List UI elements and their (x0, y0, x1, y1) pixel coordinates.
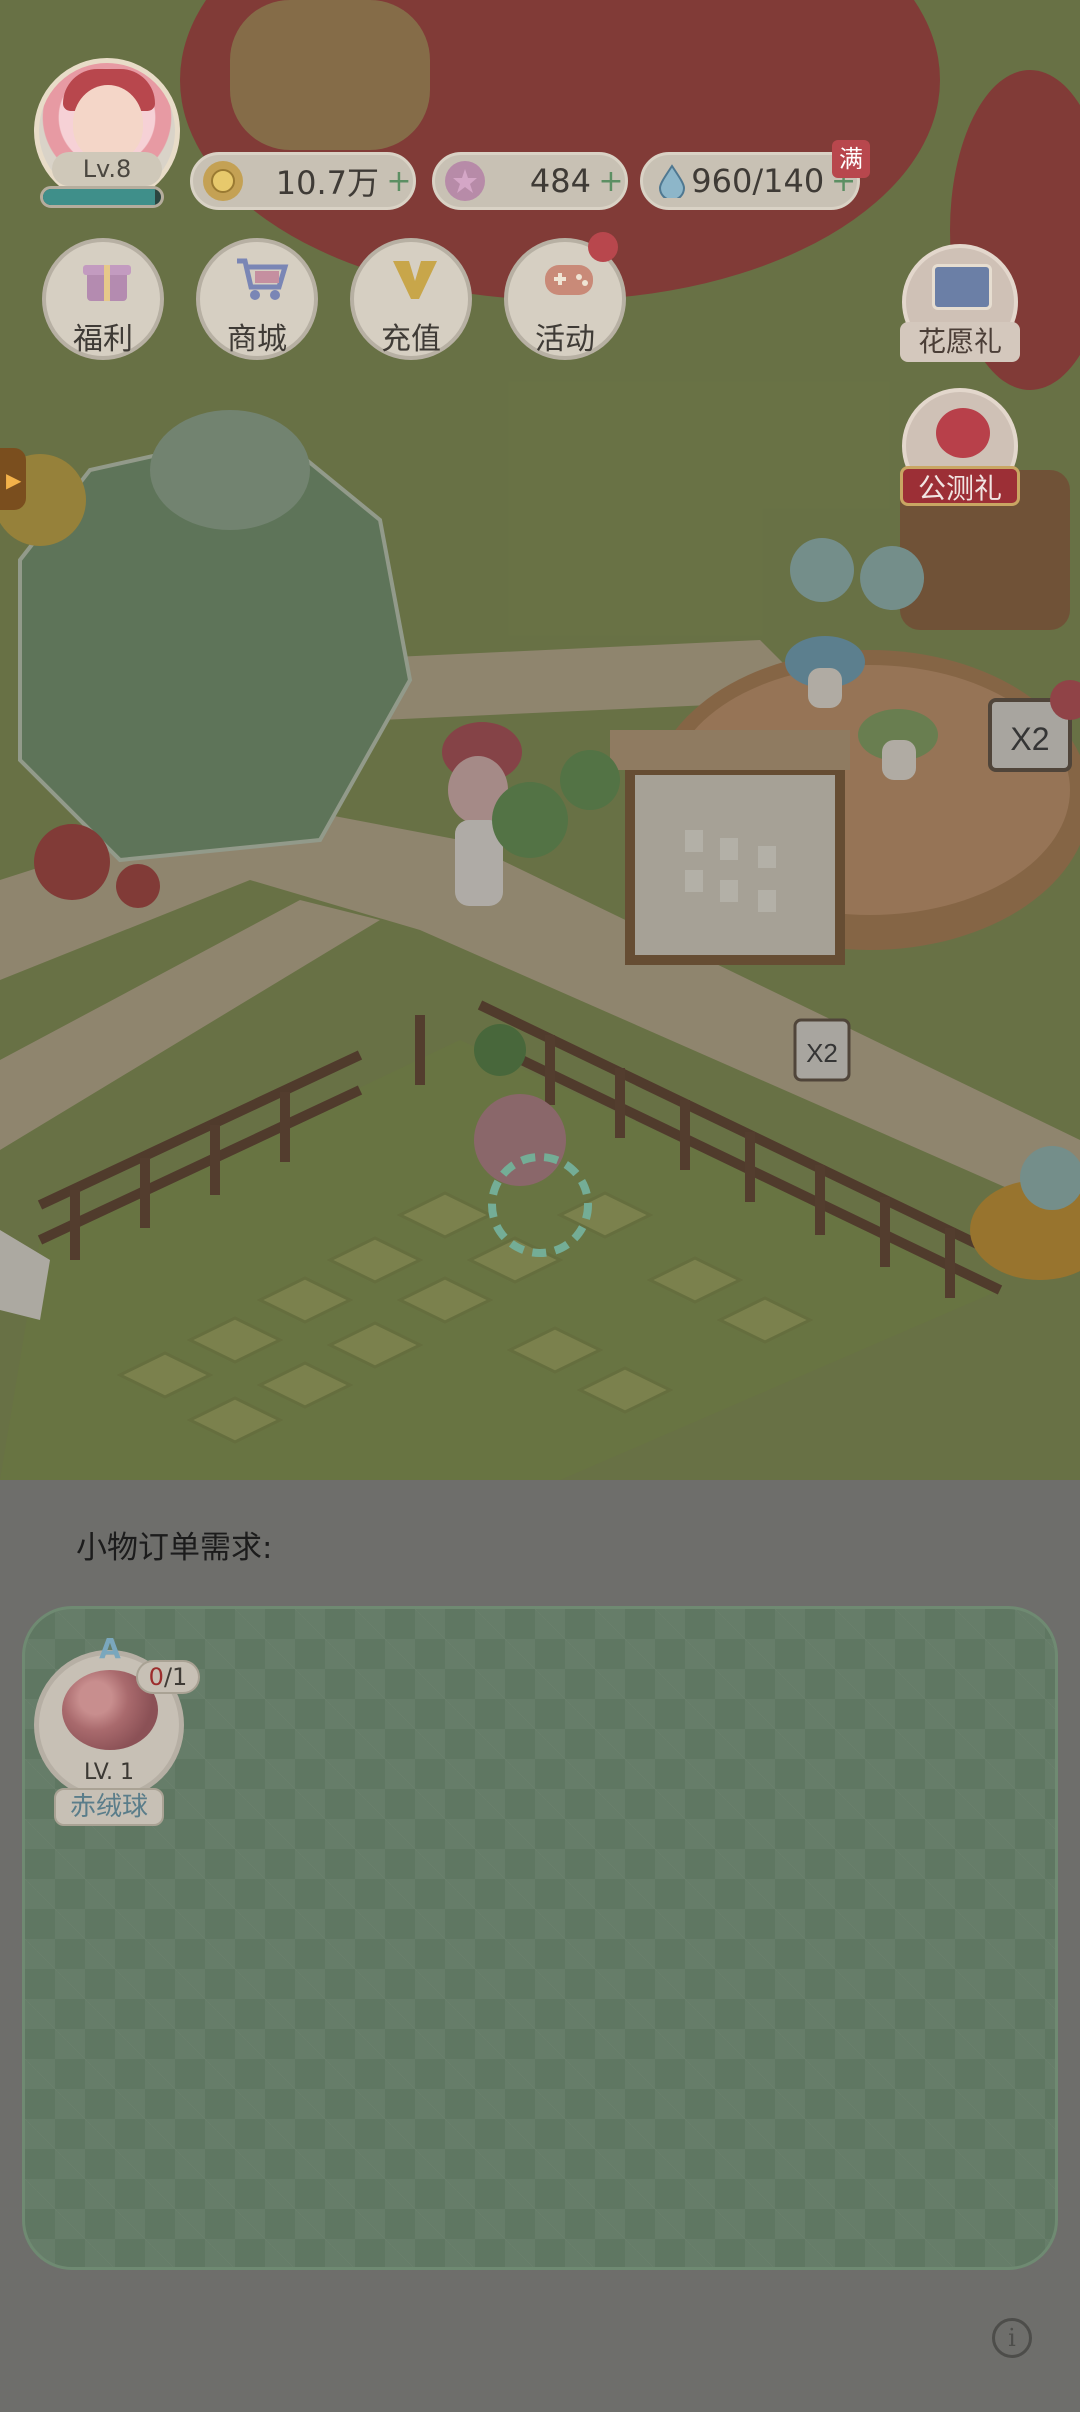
wish-gift-label: 花愿礼 (900, 322, 1020, 362)
coin-value: 10.7万 (275, 164, 379, 202)
apple-icon (936, 408, 990, 458)
recharge-button[interactable]: 充值 (350, 238, 472, 360)
recharge-label: 充值 (381, 322, 441, 357)
order-progress-current: 0 (148, 1663, 164, 1691)
welfare-button[interactable]: 福利 (42, 238, 164, 360)
gem-value: 484 (529, 162, 591, 200)
game-scene[interactable]: X2 X2 (0, 0, 1080, 1480)
x2-sign-1: X2 (1010, 721, 1049, 757)
order-grade: A (99, 1632, 121, 1665)
water-counter[interactable]: 960/140 + (640, 152, 860, 210)
wish-gift-button[interactable]: 花愿礼 (900, 244, 1020, 362)
shop-label: 商城 (227, 322, 287, 357)
expand-left-tab[interactable]: ▶ (0, 448, 26, 510)
beta-gift-button[interactable]: 公测礼 (900, 388, 1020, 506)
player-level: Lv.8 (52, 152, 162, 186)
order-progress: 0/1 (136, 1660, 200, 1694)
coin-icon (203, 161, 243, 201)
activity-button[interactable]: 活动 (504, 232, 626, 360)
gamepad-icon (540, 252, 598, 306)
x2-sign-2: X2 (806, 1038, 838, 1068)
exp-progress-bar (40, 186, 164, 208)
avatar-face (73, 85, 143, 161)
order-progress-total: /1 (163, 1663, 188, 1691)
garden-map: X2 X2 (0, 0, 1080, 1480)
welfare-label: 福利 (73, 322, 133, 357)
beta-gift-label: 公测礼 (900, 466, 1020, 506)
coin-counter[interactable]: 10.7万 + (190, 152, 416, 210)
water-drop-icon (653, 161, 691, 201)
info-icon[interactable]: i (992, 2318, 1032, 2358)
v-recharge-icon (386, 252, 444, 306)
shopping-cart-icon (232, 252, 290, 306)
photos-icon (932, 264, 992, 310)
order-level: LV. 1 (83, 1760, 135, 1785)
add-coins-plus-icon[interactable]: + (385, 164, 413, 199)
order-panel-title: 小物订单需求: (76, 1530, 273, 1566)
gem-counter[interactable]: 484 + (432, 152, 628, 210)
add-gems-plus-icon[interactable]: + (597, 164, 625, 199)
gift-icon (78, 252, 136, 306)
activity-label: 活动 (535, 322, 595, 357)
chevron-right-icon: ▶ (6, 468, 22, 492)
exp-fill (43, 189, 156, 205)
shop-button[interactable]: 商城 (196, 238, 318, 360)
flower-badge-icon (588, 232, 618, 262)
water-value: 960/140 (691, 162, 825, 200)
star-gem-icon (445, 161, 485, 201)
water-full-badge: 满 (832, 140, 870, 178)
order-name: 赤绒球 (54, 1788, 164, 1826)
